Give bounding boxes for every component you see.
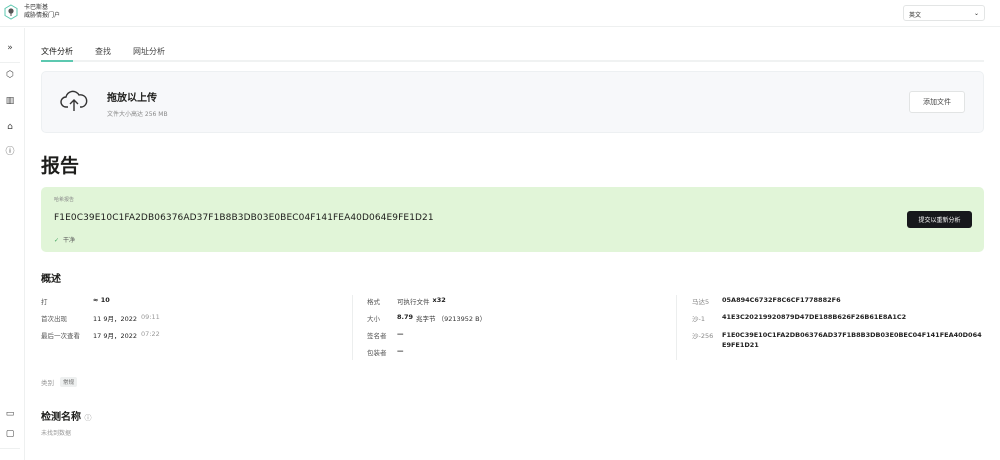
detection-heading: 检测名称 ⓘ xyxy=(41,408,91,423)
divider xyxy=(0,62,20,63)
last-seen-time: 07:22 xyxy=(141,330,160,338)
category-label: 类别 xyxy=(41,379,54,387)
first-seen-label: 首次出现 xyxy=(41,315,67,323)
language-value: 英文 xyxy=(909,12,922,19)
resubmit-button[interactable]: 提交以重新分析 xyxy=(907,211,972,228)
md5-label: 马达5 xyxy=(692,298,710,306)
format-text: 可执行文件 xyxy=(397,298,430,306)
size-value: 8.79 xyxy=(397,313,414,321)
divider xyxy=(676,295,677,360)
check-icon: ✓ xyxy=(54,237,60,244)
divider xyxy=(352,295,353,360)
tab-url-analysis[interactable]: 网址分析 xyxy=(133,44,165,62)
status-text: 干净 xyxy=(63,237,76,244)
signer-label: 签名者 xyxy=(367,332,387,340)
first-seen-time: 09:11 xyxy=(141,313,160,321)
book-icon[interactable]: ▭ xyxy=(4,408,16,420)
upload-subtitle: 文件大小高达 256 MB xyxy=(107,111,168,118)
hash-report-card: 哈希报告 F1E0C39E10C1FA2DB06376AD37F1B8B3DB0… xyxy=(41,187,984,252)
sha256-value-cont: E9FE1D21 xyxy=(722,341,759,349)
last-seen-label: 最后一次查看 xyxy=(41,332,80,340)
bank-icon[interactable]: ⌂ xyxy=(4,121,16,133)
hash-label: 哈希报告 xyxy=(54,197,75,203)
status: ✓ 干净 xyxy=(54,235,75,244)
sha256-label: 沙-256 xyxy=(692,332,714,340)
header: 卡巴斯基 威胁情报门户 英文 ⌄ xyxy=(0,0,1000,27)
size-label: 大小 xyxy=(367,315,380,323)
overview-heading: 概述 xyxy=(41,274,61,285)
brand-line1: 卡巴斯基 xyxy=(24,4,49,11)
packer-label: 包装者 xyxy=(367,349,387,357)
format-arch: x32 xyxy=(432,296,446,304)
upload-title: 拖放以上传 xyxy=(107,93,157,104)
info-icon[interactable]: ⓘ xyxy=(84,414,91,422)
tabs: 文件分析 查找 网址分析 xyxy=(41,44,984,62)
building-icon[interactable]: ▥ xyxy=(4,95,16,107)
no-data-text: 未找到数据 xyxy=(41,430,72,437)
chevron-down-icon: ⌄ xyxy=(973,10,979,17)
upload-dropzone[interactable]: 拖放以上传 文件大小高达 256 MB 添加文件 xyxy=(41,71,984,133)
cube-icon[interactable]: ⬡ xyxy=(4,69,16,81)
info-icon[interactable]: ⓘ xyxy=(4,146,16,158)
last-seen-date: 17 9月，2022 xyxy=(93,332,138,340)
hits-label: 打 xyxy=(41,298,48,306)
report-heading: 报告 xyxy=(41,155,80,177)
tab-file-analysis[interactable]: 文件分析 xyxy=(41,44,73,62)
sha1-label: 沙-1 xyxy=(692,315,705,323)
hash-value: F1E0C39E10C1FA2DB06376AD37F1B8B3DB03E0BE… xyxy=(54,213,434,223)
brand-line2: 威胁情报门户 xyxy=(24,12,61,19)
divider xyxy=(0,448,20,449)
expand-icon[interactable]: » xyxy=(4,42,16,54)
size-bytes: 兆字节 （9213952 B） xyxy=(416,315,487,323)
first-seen-date: 11 9月，2022 xyxy=(93,315,138,323)
signer-value: — xyxy=(397,330,404,338)
category-tag: 常规 xyxy=(60,377,78,387)
brand: 卡巴斯基 威胁情报门户 xyxy=(24,4,60,20)
sha256-value: F1E0C39E10C1FA2DB06376AD37F1B8B3DB03E0BE… xyxy=(722,331,982,339)
kaspersky-logo-icon xyxy=(4,4,18,20)
md5-value: 05A894C6732F8C6CF1778882F6 xyxy=(722,296,841,304)
sha1-value: 41E3C20219920879D47DE188B626F26B61E8A1C2 xyxy=(722,313,907,321)
add-file-button[interactable]: 添加文件 xyxy=(909,91,965,113)
chat-icon[interactable]: ▢ xyxy=(4,428,16,440)
sidebar: » ⬡ ▥ ⌂ ⓘ ▭ ▢ xyxy=(0,28,25,460)
detection-heading-text: 检测名称 xyxy=(41,412,81,423)
packer-value: — xyxy=(397,347,404,355)
hits-value: ≈ 10 xyxy=(93,296,110,304)
cloud-upload-icon xyxy=(60,90,88,111)
language-select[interactable]: 英文 ⌄ xyxy=(903,5,985,21)
format-label: 格式 xyxy=(367,298,380,306)
tab-lookup[interactable]: 查找 xyxy=(95,44,111,62)
